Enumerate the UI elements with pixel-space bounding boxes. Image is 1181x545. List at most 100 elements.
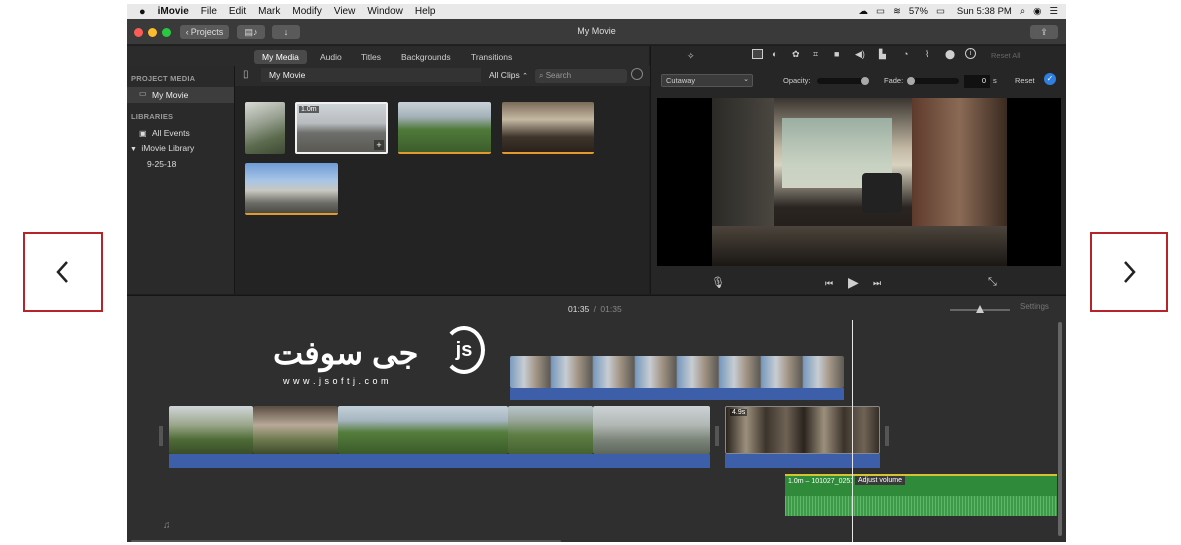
speed-icon[interactable]: ◔: [903, 49, 908, 59]
video-preview[interactable]: [657, 98, 1061, 266]
storyline-clip[interactable]: [593, 406, 710, 454]
fade-slider[interactable]: [907, 77, 959, 85]
menu-imovie[interactable]: iMovie: [152, 6, 195, 17]
playhead[interactable]: [852, 320, 853, 542]
creative-cloud-icon[interactable]: ☁: [858, 6, 868, 17]
media-thumbnail[interactable]: [502, 102, 594, 154]
sidebar-item-library[interactable]: ▼ iMovie Library: [130, 143, 194, 153]
storyline-clip[interactable]: 4.9s: [725, 406, 880, 454]
menu-file[interactable]: File: [195, 6, 223, 17]
project-media-header: PROJECT MEDIA: [131, 74, 196, 83]
fade-input[interactable]: 0: [964, 75, 990, 88]
storyline-audio-track[interactable]: [169, 454, 710, 468]
background-music-clip[interactable]: 1.0m – 101027_0251 Adjust volume: [785, 474, 1057, 516]
previous-slide-button[interactable]: [23, 232, 103, 312]
total-time: 01:35: [600, 304, 622, 314]
clips-filter-select[interactable]: All Clips ⌃: [489, 70, 528, 80]
apply-checkmark-icon[interactable]: ✓: [1044, 73, 1056, 85]
storyline-clip[interactable]: [338, 406, 508, 454]
slider-knob[interactable]: [907, 77, 915, 85]
fullscreen-icon[interactable]: ⤡: [988, 276, 997, 289]
disclosure-triangle-icon[interactable]: ▼: [130, 146, 137, 153]
menu-edit[interactable]: Edit: [223, 6, 252, 17]
menu-window[interactable]: Window: [361, 6, 409, 17]
menu-help[interactable]: Help: [409, 6, 442, 17]
media-tabs: My Media Audio Titles Backgrounds Transi…: [127, 46, 649, 66]
watermark-url: w w w . j s o f t j . c o m: [283, 376, 390, 386]
chevron-down-icon: ⌃: [522, 73, 528, 80]
equalizer-icon[interactable]: ▙: [879, 49, 886, 60]
video-overlay-icon[interactable]: [752, 49, 763, 59]
user-icon[interactable]: ◉: [1033, 6, 1041, 17]
cutaway-clip[interactable]: [510, 356, 844, 388]
window-title: My Movie: [577, 26, 616, 36]
clip-trim-handle[interactable]: [715, 426, 719, 446]
info-icon[interactable]: i: [965, 48, 976, 59]
play-icon[interactable]: ▶: [848, 274, 859, 291]
timeline-settings-button[interactable]: Settings: [1020, 302, 1049, 311]
media-thumbnail[interactable]: [245, 102, 285, 154]
next-slide-button[interactable]: [1090, 232, 1168, 312]
clip-trim-handle[interactable]: [885, 426, 889, 446]
tab-transitions[interactable]: Transitions: [463, 50, 520, 64]
horizontal-scrollbar[interactable]: [131, 540, 561, 542]
apple-menu-icon[interactable]: ●: [127, 6, 152, 18]
sidebar-item-my-movie[interactable]: ▭ My Movie: [127, 87, 234, 103]
storyline-clip[interactable]: [169, 406, 253, 454]
tab-my-media[interactable]: My Media: [254, 50, 307, 64]
storyline-clip[interactable]: [253, 406, 338, 454]
tab-titles[interactable]: Titles: [353, 50, 389, 64]
search-field[interactable]: ⌕ Search: [535, 69, 627, 83]
opacity-slider[interactable]: [817, 77, 869, 85]
magic-wand-icon[interactable]: ✧: [687, 51, 695, 62]
settings-gear-icon[interactable]: [631, 68, 643, 80]
battery-icon[interactable]: ▭: [936, 6, 945, 17]
current-time: 01:35: [568, 304, 590, 314]
media-thumbnail[interactable]: [398, 102, 491, 154]
reset-button[interactable]: Reset: [1015, 76, 1035, 85]
clip-trim-handle[interactable]: [159, 426, 163, 446]
reset-all-button[interactable]: Reset All: [991, 51, 1021, 60]
storyline-audio-track[interactable]: [725, 454, 880, 468]
noise-reduction-icon[interactable]: ⌇: [925, 49, 929, 60]
slider-knob[interactable]: [861, 77, 869, 85]
sidebar-item-label: My Movie: [152, 90, 189, 100]
time-separator: /: [593, 304, 597, 314]
sidebar-item-event[interactable]: 9-25-18: [147, 159, 176, 169]
stabilization-icon[interactable]: ■: [834, 49, 839, 59]
cutaway-audio-track[interactable]: [510, 388, 844, 400]
storyline-clip[interactable]: [508, 406, 593, 454]
tab-backgrounds[interactable]: Backgrounds: [393, 50, 459, 64]
film-icon: ▭: [139, 89, 147, 98]
clip-filter-icon[interactable]: ⬤: [945, 49, 955, 60]
wifi-icon[interactable]: ≋: [893, 6, 901, 17]
crop-icon[interactable]: ⌗: [813, 49, 818, 60]
chevron-right-icon: [1124, 261, 1136, 283]
share-button[interactable]: ⇪: [1030, 25, 1058, 39]
menu-mark[interactable]: Mark: [252, 6, 286, 17]
volume-icon[interactable]: ◀): [855, 49, 865, 60]
media-thumbnail-selected[interactable]: 1.0m +: [295, 102, 388, 154]
zoom-slider[interactable]: [950, 305, 1010, 313]
vertical-scrollbar[interactable]: [1058, 322, 1062, 536]
menu-modify[interactable]: Modify: [286, 6, 327, 17]
slider-knob[interactable]: [976, 305, 984, 313]
overlay-mode-select[interactable]: Cutaway ⌄: [661, 74, 753, 87]
add-to-project-icon[interactable]: +: [374, 140, 384, 150]
window-titlebar: ‹ Projects ▤♪ ↓ My Movie ⇪: [127, 19, 1066, 45]
media-thumbnail[interactable]: [245, 163, 338, 215]
menubar-clock[interactable]: Sun 5:38 PM: [957, 6, 1012, 17]
color-correction-icon[interactable]: ✿: [792, 49, 800, 60]
battery-percent: 57%: [908, 6, 928, 17]
menu-view[interactable]: View: [328, 6, 362, 17]
search-icon[interactable]: ⌕: [1020, 6, 1025, 17]
tab-audio[interactable]: Audio: [312, 50, 350, 64]
microphone-icon[interactable]: 🎙: [711, 276, 725, 289]
color-balance-icon[interactable]: ◐: [772, 49, 777, 59]
sidebar-item-all-events[interactable]: ▣ All Events: [139, 128, 190, 138]
skip-back-icon[interactable]: ⏮: [825, 278, 833, 289]
skip-forward-icon[interactable]: ⏭: [873, 278, 881, 289]
notification-center-icon[interactable]: ☰: [1049, 6, 1058, 17]
sidebar-toggle-icon[interactable]: ▯: [243, 69, 249, 80]
airplay-icon[interactable]: ▭: [876, 6, 885, 17]
